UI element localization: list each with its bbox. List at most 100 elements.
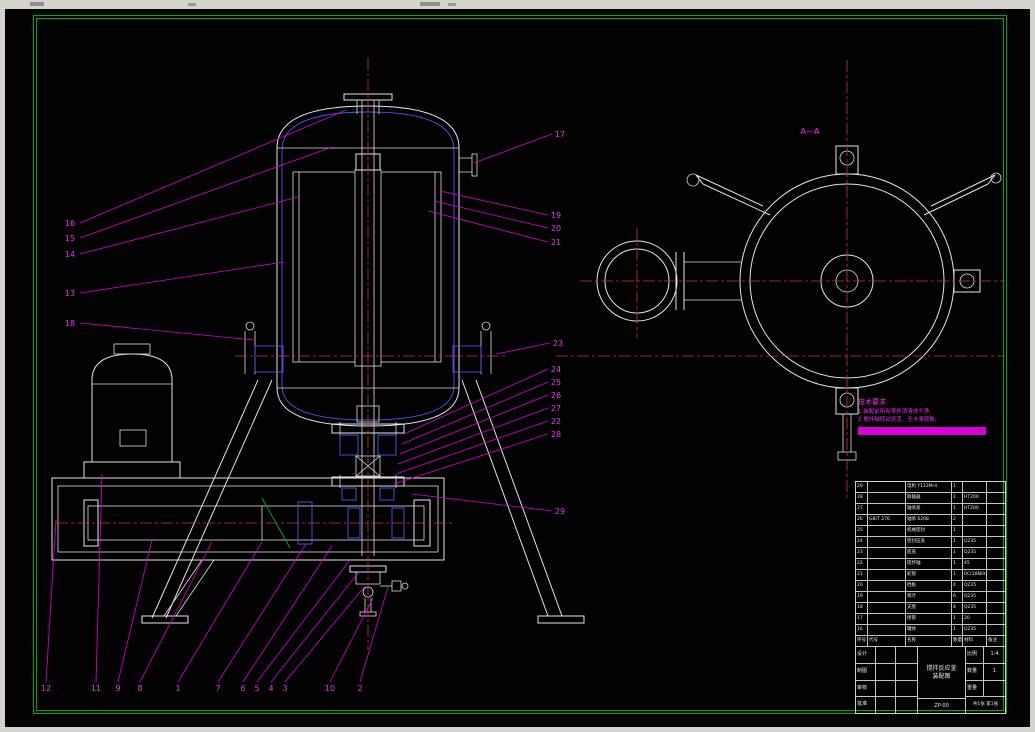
bom-cell: 罐体 [906,625,952,635]
bom-cell: 4 [952,581,963,591]
bom-cell [987,482,1005,492]
bom-cell: 1 [952,559,963,569]
bom-cell [868,548,906,558]
bom-row: 18 支座 4 Q235 [856,603,1005,614]
bom-cell: Q235 [963,625,987,635]
tech-note-title: 技术要求 [858,397,886,406]
callout-label: 27 [551,404,561,413]
bom-cell: 28 [856,493,868,503]
callout-label: 24 [551,365,561,374]
bom-cell: 1 [952,570,963,580]
callout-label: 10 [325,684,335,693]
callout-label: 6 [240,684,245,693]
sheet-row: 共1张 第1张 [966,697,1005,713]
bom-cell: 序号 [856,636,868,646]
bom-cell [987,526,1005,536]
qty-row: 数量 1 [966,663,1005,681]
bom-cell: 24 [856,537,868,547]
scale-grid: 比例 1:4 数量 1 重量 共1张 第1张 [966,647,1005,713]
bom-row: 21 蛇管 1 0Cr18Ni9 [856,570,1005,581]
bom-cell: 挡板 [906,581,952,591]
bom-cell: 1 [952,537,963,547]
role-label: 批准 [856,697,876,713]
bom-cell: 2 [952,515,963,525]
callout-label: 7 [215,684,220,693]
bom-row: 16 罐体 1 Q235 [856,625,1005,636]
bom-cell: 1 [952,482,963,492]
callout-label: 2 [357,684,362,693]
bom-cell [868,592,906,602]
bom-cell: 搅拌轴 [906,559,952,569]
blank-cell [896,681,917,697]
mass-value [984,681,1005,697]
bom-cell: 名称 [906,636,952,646]
bom-cell: 17 [856,614,868,624]
bom-row: 27 轴承盖 1 HT200 [856,504,1005,515]
bom-cell: 支座 [906,603,952,613]
bom-cell: 蛇管 [906,570,952,580]
title-block: 设计 制图 审核 批准 搅拌反应釜 装配图 ZP-00 比例 1:4 数量 1 重量… [856,647,1005,713]
bom-cell [987,515,1005,525]
bom-cell [868,614,906,624]
callout-label: 15 [65,234,75,243]
bom-cell: 备注 [988,638,997,643]
bom-cell [987,625,1005,635]
bom-cell: 材料 [963,636,987,646]
callout-label: 9 [115,684,120,693]
title-block-area: 29 电机 Y112M-4 1 28 联轴器 1 HT200 27 轴承盖 1 HT200 26 GB/… [855,481,1006,714]
bom-cell: 代号 [868,636,906,646]
bom-row: 29 电机 Y112M-4 1 [856,482,1005,493]
qty-label: 数量 [966,663,984,680]
callout-label: 13 [65,289,75,298]
bom-cell: 电机 Y112M-4 [906,482,952,492]
bom-cell: 1 [952,526,963,536]
callout-label: 17 [555,130,565,139]
bom-row: 19 桨叶 6 Q235 [856,592,1005,603]
bom-cell [868,482,906,492]
bom-cell: 20 [963,614,987,624]
callout-label: 28 [551,430,561,439]
bom-cell [987,537,1005,547]
drawing-title: 搅拌反应釜 [926,664,957,672]
bom-row: 20 挡板 4 Q235 [856,581,1005,592]
bom-cell: 19 [856,592,868,602]
bom-cell: 29 [856,482,868,492]
scale-label: 比例 [966,647,984,663]
bom-cell: Q235 [963,548,987,558]
bom-cell: 1 [952,614,963,624]
bom-cell [868,625,906,635]
drawing-subtitle: 装配图 [932,672,951,680]
bom-cell: Q235 [963,592,987,602]
bom-row: 23 底盖 1 Q235 [856,548,1005,559]
bom-cell [987,603,1005,613]
bom-row: 22 搅拌轴 1 45 [856,559,1005,570]
callout-label: 8 [137,684,142,693]
bom-cell: 桨叶 [906,592,952,602]
bom-cell: 1 [952,548,963,558]
blank-cell [896,647,917,663]
callout-label: 12 [41,684,51,693]
callout-label: 16 [65,219,75,228]
bom-cell: Q235 [963,581,987,591]
callout-label: 5 [254,684,259,693]
bom-row: 28 联轴器 1 HT200 [856,493,1005,504]
signature-grid: 设计 制图 审核 批准 [856,647,918,713]
bom-cell [987,614,1005,624]
bom-cell: 25 [856,526,868,536]
bom-cell [963,526,987,536]
bom-header-row: 序号 代号 名称 数量 材料 备注 [856,636,1005,647]
bom-cell [868,526,906,536]
bom-cell [987,581,1005,591]
bom-cell: 21 [856,570,868,580]
callout-label: 1 [175,684,180,693]
bom-cell: 轴承 6208 [906,515,952,525]
sheet-info: 共1张 第1张 [972,702,999,708]
callout-label: 14 [65,250,75,259]
role-label: 制图 [856,663,876,680]
callout-label: 19 [551,211,561,220]
bom-cell: 0Cr18Ni9 [963,570,987,580]
bom-cell: 23 [856,548,868,558]
bom-cell [868,559,906,569]
blank-cell [876,647,896,663]
qty-value: 1 [992,667,997,674]
